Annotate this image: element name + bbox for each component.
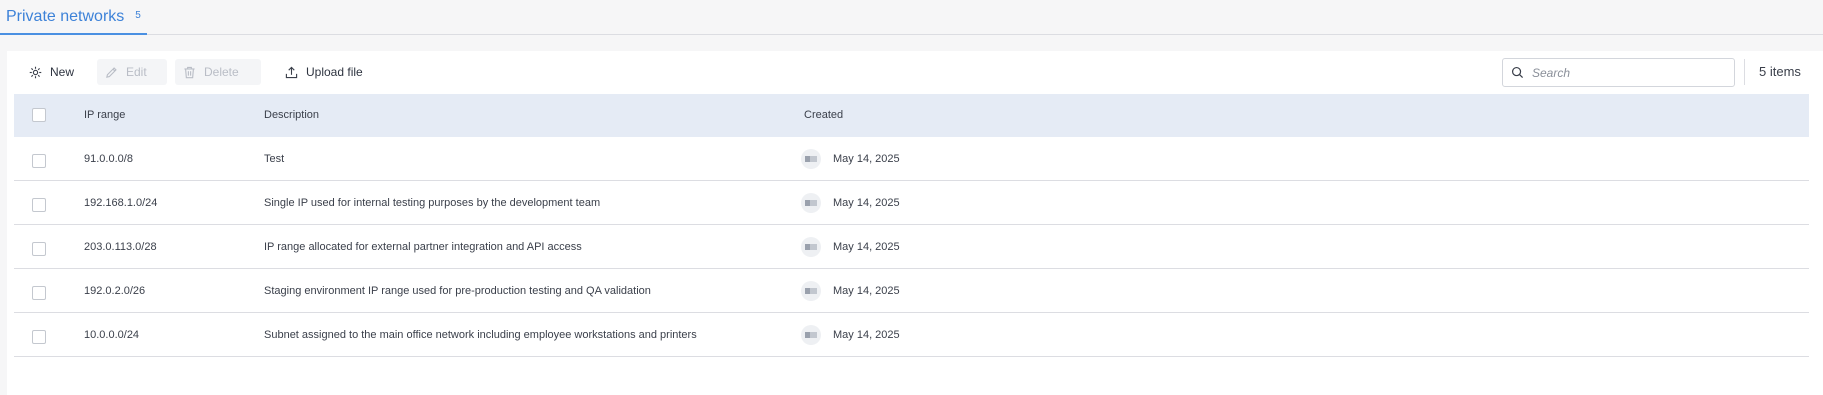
table-row[interactable]: 192.0.2.0/26 Staging environment IP rang…: [14, 269, 1809, 313]
upload-button-label: Upload file: [306, 65, 363, 79]
new-button-label: New: [50, 65, 75, 79]
description-cell: Staging environment IP range used for pr…: [264, 285, 651, 297]
delete-button[interactable]: Delete: [175, 59, 261, 85]
pencil-icon: [106, 66, 117, 78]
column-header-created[interactable]: Created: [804, 109, 843, 121]
upload-file-button[interactable]: Upload file: [277, 59, 371, 85]
row-checkbox[interactable]: [32, 154, 46, 168]
search-input[interactable]: [1532, 65, 1722, 80]
table-row[interactable]: 10.0.0.0/24 Subnet assigned to the main …: [14, 313, 1809, 357]
edit-button-label: Edit: [126, 65, 147, 79]
items-count: 5 items: [1759, 64, 1801, 79]
avatar: [801, 237, 821, 257]
ip-range-cell: 91.0.0.0/8: [84, 153, 133, 165]
search-icon: [1511, 66, 1524, 79]
toolbar: New Edit Delete Upload file Search 5 ite…: [7, 51, 1823, 93]
table-header: IP range Description Created: [14, 94, 1809, 137]
new-button[interactable]: New: [21, 59, 82, 85]
created-date-cell: May 14, 2025: [833, 329, 900, 341]
tab-bar: Private networks 5: [0, 0, 1823, 35]
created-date-cell: May 14, 2025: [833, 241, 900, 253]
avatar: [801, 149, 821, 169]
created-date-cell: May 14, 2025: [833, 197, 900, 209]
avatar: [801, 193, 821, 213]
ip-range-cell: 192.0.2.0/26: [84, 285, 146, 297]
tab-label: Private networks: [6, 7, 125, 25]
search-box[interactable]: [1502, 58, 1735, 87]
select-all-checkbox[interactable]: [32, 108, 46, 122]
description-cell: Test: [264, 153, 285, 165]
upload-icon: [285, 66, 298, 78]
edit-button[interactable]: Edit: [97, 59, 167, 85]
networks-panel: New Edit Delete Upload file Search 5 ite…: [7, 51, 1823, 395]
networks-table: IP range Description Created 91.0.0.0/8 …: [14, 94, 1809, 357]
ip-range-cell: 203.0.113.0/28: [84, 241, 157, 253]
ip-range-cell: 192.168.1.0/24: [84, 197, 158, 209]
table-row[interactable]: 192.168.1.0/24 Single IP used for intern…: [14, 181, 1809, 225]
description-cell: Subnet assigned to the main office netwo…: [264, 329, 697, 341]
avatar: [801, 281, 821, 301]
table-row[interactable]: 91.0.0.0/8 Test May 14, 2025: [14, 137, 1809, 181]
sparkle-icon: [29, 66, 42, 78]
description-cell: IP range allocated for external partner …: [264, 241, 582, 253]
row-checkbox[interactable]: [32, 330, 46, 344]
toolbar-divider: [1744, 59, 1745, 85]
row-checkbox[interactable]: [32, 286, 46, 300]
ip-range-cell: 10.0.0.0/24: [84, 329, 140, 341]
trash-icon: [184, 66, 195, 78]
column-header-ip-range[interactable]: IP range: [84, 109, 125, 121]
row-checkbox[interactable]: [32, 242, 46, 256]
row-checkbox[interactable]: [32, 198, 46, 212]
avatar: [801, 325, 821, 345]
tab-count-badge: 5: [135, 9, 141, 21]
delete-button-label: Delete: [204, 65, 239, 79]
created-date-cell: May 14, 2025: [833, 153, 900, 165]
column-header-description[interactable]: Description: [264, 109, 319, 121]
tab-private-networks[interactable]: Private networks 5: [0, 0, 147, 35]
description-cell: Single IP used for internal testing purp…: [264, 197, 601, 209]
created-date-cell: May 14, 2025: [833, 285, 900, 297]
table-row[interactable]: 203.0.113.0/28 IP range allocated for ex…: [14, 225, 1809, 269]
